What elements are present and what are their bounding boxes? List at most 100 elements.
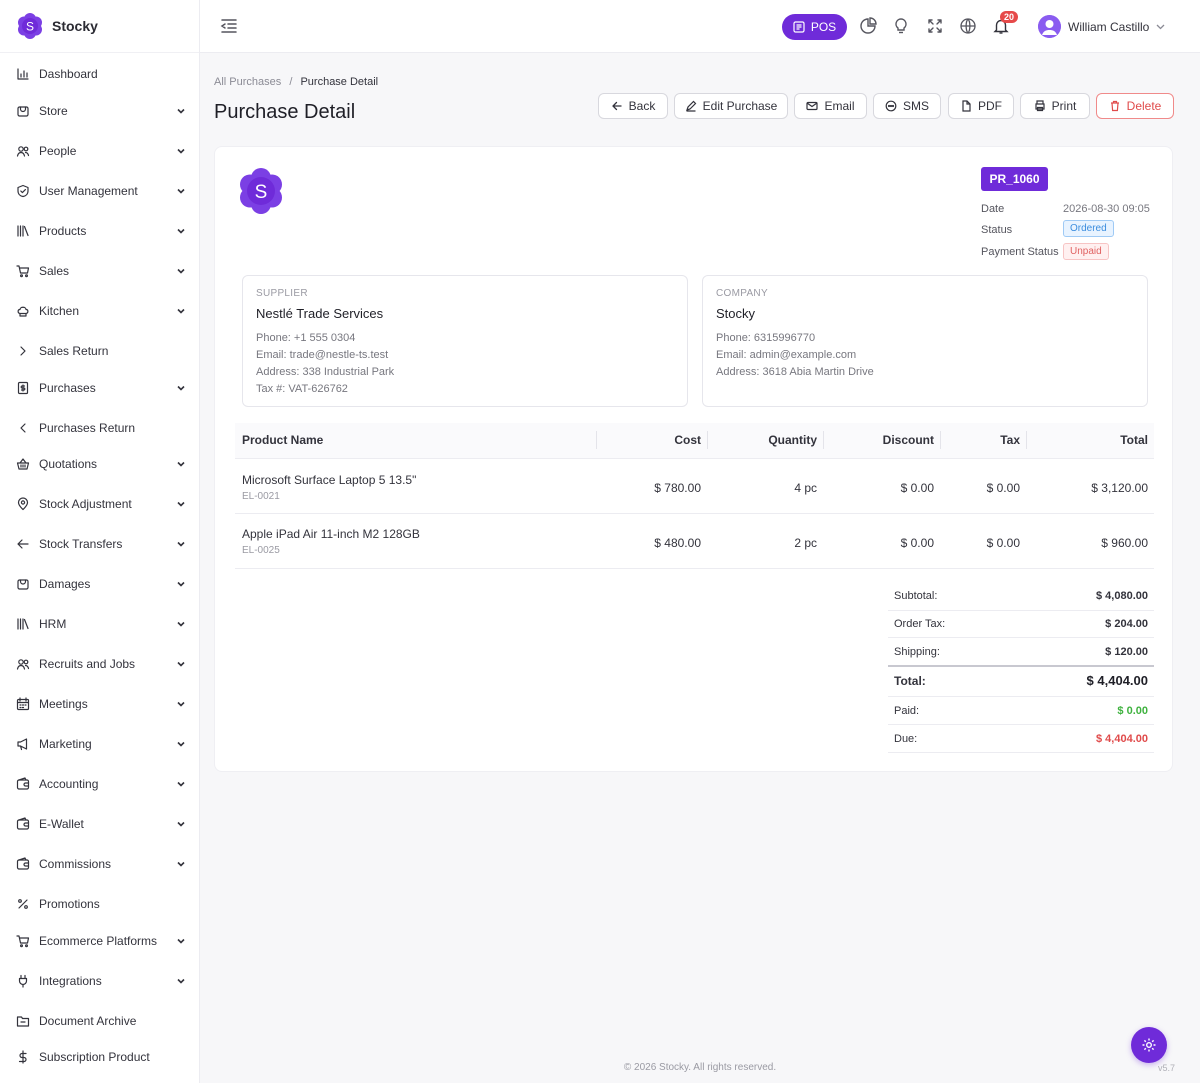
chevron-down-icon[interactable] [175,778,187,790]
column-divider [940,431,941,449]
pos-icon [793,21,805,33]
pdf-button[interactable]: PDF [948,93,1014,119]
sidebar-item-e-wallet[interactable]: E-Wallet [0,810,200,838]
sidebar-item-accounting[interactable]: Accounting [0,770,200,798]
back-button[interactable]: Back [598,93,668,119]
sidebar-item-stock-transfers[interactable]: Stock Transfers [0,530,200,558]
sidebar-item-sales-return[interactable]: Sales Return [0,337,200,365]
sidebar-item-user-management[interactable]: User Management [0,177,200,205]
chevron-down-icon[interactable] [175,305,187,317]
col-cost[interactable]: Cost [596,433,701,447]
pie-chart-icon[interactable] [859,17,877,35]
sidebar-item-label: Sales [39,264,70,278]
sidebar-item-integrations[interactable]: Integrations [0,967,200,995]
sidebar-item-label: Sales Return [39,344,109,358]
user-avatar-icon [1038,15,1061,38]
sms-button[interactable]: SMS [873,93,941,119]
chevron-down-icon[interactable] [175,498,187,510]
col-total[interactable]: Total [1026,433,1148,447]
chevron-down-icon[interactable] [175,382,187,394]
column-divider [707,431,708,449]
sidebar-item-subscription-product[interactable]: Subscription Product [0,1043,200,1071]
sidebar-item-promotions[interactable]: Promotions [0,890,200,918]
product-discount: $ 0.00 [900,481,934,495]
chevron-down-icon[interactable] [175,738,187,750]
col-discount[interactable]: Discount [823,433,934,447]
sidebar-item-purchases-return[interactable]: Purchases Return [0,414,200,442]
purchase-ref-badge: PR_1060 [981,167,1048,191]
chevron-down-icon[interactable] [175,265,187,277]
chevron-down-icon[interactable] [175,538,187,550]
paid-label: Paid: [894,705,920,717]
sidebar-item-commissions[interactable]: Commissions [0,850,200,878]
row-divider [235,568,1154,569]
chevron-down-icon[interactable] [1155,21,1166,32]
chevron-down-icon[interactable] [175,975,187,987]
brand-name: Stocky [52,18,98,34]
sidebar-item-document-archive[interactable]: Document Archive [0,1007,200,1035]
chevron-down-icon[interactable] [175,145,187,157]
breadcrumb-parent[interactable]: All Purchases [214,76,281,88]
chevron-down-icon[interactable] [175,225,187,237]
sidebar-item-people[interactable]: People [0,137,200,165]
menu-toggle-icon[interactable] [220,17,238,35]
sidebar-item-stock-adjustment[interactable]: Stock Adjustment [0,490,200,518]
chevron-down-icon[interactable] [175,105,187,117]
due-value: $ 4,404.00 [1096,733,1148,745]
total-value: $ 4,404.00 [1086,673,1148,688]
chevron-down-icon[interactable] [175,185,187,197]
sidebar-item-damages[interactable]: Damages [0,570,200,598]
edit-purchase-label: Edit Purchase [702,99,778,113]
email-button[interactable]: Email [794,93,867,119]
sidebar-item-recruits-and-jobs[interactable]: Recruits and Jobs [0,650,200,678]
cart-icon [16,265,30,278]
pos-button[interactable]: POS [782,14,847,40]
lightbulb-icon[interactable] [892,17,910,35]
globe-icon[interactable] [959,17,977,35]
payment-status-label: Payment Status [981,246,1059,258]
chevron-down-icon[interactable] [175,618,187,630]
supplier-box: SUPPLIER Nestlé Trade Services Phone: +1… [242,275,688,407]
sidebar-item-ecommerce-platforms[interactable]: Ecommerce Platforms [0,927,200,955]
summary-divider [888,637,1154,638]
chevron-down-icon[interactable] [175,698,187,710]
col-product-name[interactable]: Product Name [242,433,323,447]
sidebar-item-hrm[interactable]: HRM [0,610,200,638]
chevron-down-icon[interactable] [175,935,187,947]
mail-icon [806,101,819,111]
wallet-icon [16,857,30,870]
sidebar-item-store[interactable]: Store [0,97,200,125]
sidebar-item-kitchen[interactable]: Kitchen [0,297,200,325]
chef-hat-icon [17,306,29,317]
chevron-down-icon[interactable] [175,578,187,590]
chevron-down-icon[interactable] [175,658,187,670]
chevron-down-icon[interactable] [175,458,187,470]
shipping-value: $ 120.00 [1105,646,1148,658]
user-name[interactable]: William Castillo [1068,20,1149,34]
sidebar-item-label: Commissions [39,857,112,871]
col-quantity[interactable]: Quantity [707,433,817,447]
edit-purchase-button[interactable]: Edit Purchase [674,93,788,119]
chevron-down-icon[interactable] [175,858,187,870]
sidebar-item-products[interactable]: Products [0,217,200,245]
product-name: Apple iPad Air 11-inch M2 128GB [242,527,420,541]
sidebar-item-purchases[interactable]: Purchases [0,374,200,402]
fullscreen-icon[interactable] [926,17,944,35]
delete-button[interactable]: Delete [1096,93,1174,119]
product-tax: $ 0.00 [986,536,1020,550]
sidebar-item-sales[interactable]: Sales [0,257,200,285]
avatar[interactable] [1038,15,1061,38]
summary-divider [888,724,1154,725]
sidebar-item-dashboard[interactable]: Dashboard [0,60,200,88]
pdf-label: PDF [978,99,1002,113]
col-tax[interactable]: Tax [940,433,1020,447]
brand[interactable]: S Stocky [0,0,199,53]
sidebar-item-quotations[interactable]: Quotations [0,450,200,478]
date-label: Date [981,203,1005,215]
bag-icon [17,579,29,590]
sidebar-item-meetings[interactable]: Meetings [0,690,200,718]
sidebar-item-marketing[interactable]: Marketing [0,730,200,758]
chevron-down-icon[interactable] [175,818,187,830]
settings-fab-button[interactable] [1131,1027,1167,1063]
print-button[interactable]: Print [1020,93,1090,119]
